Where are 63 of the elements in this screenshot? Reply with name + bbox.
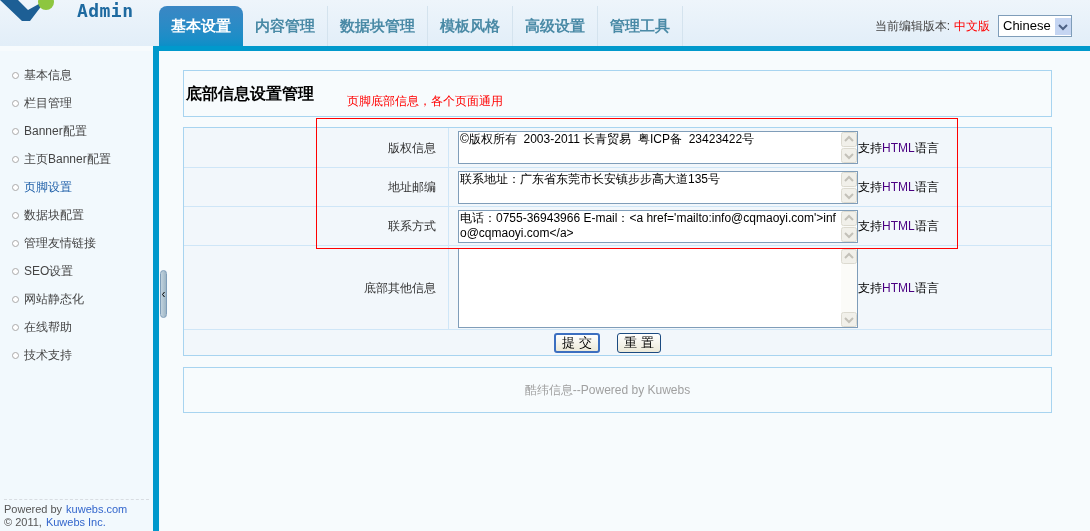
bullet-icon	[12, 295, 19, 303]
version-value: 中文版	[954, 18, 990, 35]
scrollbar[interactable]	[841, 171, 857, 203]
field-label: 底部其他信息	[364, 279, 436, 297]
scroll-down-icon[interactable]	[841, 311, 857, 327]
nav-tab[interactable]: 基本设置	[159, 6, 243, 46]
scrollbar[interactable]	[841, 210, 857, 242]
text-area[interactable]: 联系地址：广东省东莞市长安镇步步高大道135号	[458, 170, 858, 204]
bullet-icon	[12, 155, 19, 163]
scroll-up-icon[interactable]	[841, 248, 857, 264]
language-select[interactable]: Chinese	[998, 15, 1072, 37]
field-label: 版权信息	[388, 139, 436, 157]
sidebar-item[interactable]: SEO设置	[24, 262, 74, 280]
sidebar-item[interactable]: 栏目管理	[24, 94, 72, 112]
scrollbar[interactable]	[841, 132, 857, 163]
hint-text: 支持HTML语言	[858, 179, 939, 196]
scroll-down-icon[interactable]	[841, 148, 857, 163]
text-area[interactable]: 电话：0755-36943966 E-mail：<a href='mailto:info@cqmaoyi.com'>info@cqmaoyi.com</a>	[458, 209, 858, 243]
bullet-icon	[12, 99, 19, 107]
bullet-icon	[12, 71, 19, 79]
caret-icon	[1055, 17, 1071, 35]
hint-text: 支持HTML语言	[858, 139, 939, 157]
powered-text: Powered by	[4, 503, 63, 516]
footer-text: 酷纬信息--Powered by Kuwebs	[524, 382, 691, 399]
scroll-down-icon[interactable]	[841, 226, 857, 242]
bullet-icon	[12, 351, 19, 359]
scroll-down-icon[interactable]	[841, 187, 857, 203]
hint-text: 支持HTML语言	[858, 279, 939, 297]
sidebar-item[interactable]: 主页Banner配置	[24, 150, 111, 168]
sidebar-item[interactable]: Banner配置	[24, 122, 87, 140]
text-area[interactable]: ©版权所有 2003-2011 长青贸易 粤ICP备 23423422号	[458, 131, 858, 164]
bullet-icon	[12, 127, 19, 135]
sidebar-item[interactable]: 数据块配置	[24, 206, 84, 224]
bullet-icon	[12, 211, 19, 219]
field-label: 联系方式	[388, 218, 436, 235]
form-button[interactable]: 重 置	[617, 332, 661, 353]
sidebar-item[interactable]: 在线帮助	[24, 318, 72, 336]
scroll-up-icon[interactable]	[841, 171, 857, 187]
scroll-up-icon[interactable]	[841, 210, 857, 226]
text-area[interactable]	[458, 247, 858, 328]
bullet-icon	[12, 239, 19, 247]
sidebar-item[interactable]: 网站静态化	[24, 290, 84, 308]
bullet-icon	[12, 323, 19, 331]
page-title: 底部信息设置管理	[186, 83, 314, 104]
chevron-left-icon	[162, 291, 165, 297]
powered-link[interactable]: kuwebs.com	[66, 503, 128, 516]
sidebar-item[interactable]: 管理友情链接	[24, 234, 96, 252]
logo-text: Admin	[77, 0, 134, 22]
field-label: 地址邮编	[388, 179, 436, 196]
note-text: 页脚底部信息，各个页面通用	[347, 92, 503, 110]
copyright-link[interactable]: Kuwebs Inc.	[45, 516, 106, 529]
sidebar-item[interactable]: 基本信息	[24, 66, 72, 84]
copyright-text: © 2011,	[4, 516, 42, 529]
sidebar-item[interactable]: 技术支持	[24, 346, 72, 364]
version-label: 当前编辑版本:	[874, 18, 950, 35]
sidebar-item[interactable]: 页脚设置	[24, 178, 72, 196]
bullet-icon	[12, 183, 19, 191]
hint-text: 支持HTML语言	[858, 218, 939, 235]
scroll-up-icon[interactable]	[841, 132, 857, 147]
scrollbar[interactable]	[841, 248, 857, 327]
bullet-icon	[12, 267, 19, 275]
form-button[interactable]: 提 交	[554, 332, 600, 353]
collapse-handle[interactable]	[160, 270, 167, 318]
